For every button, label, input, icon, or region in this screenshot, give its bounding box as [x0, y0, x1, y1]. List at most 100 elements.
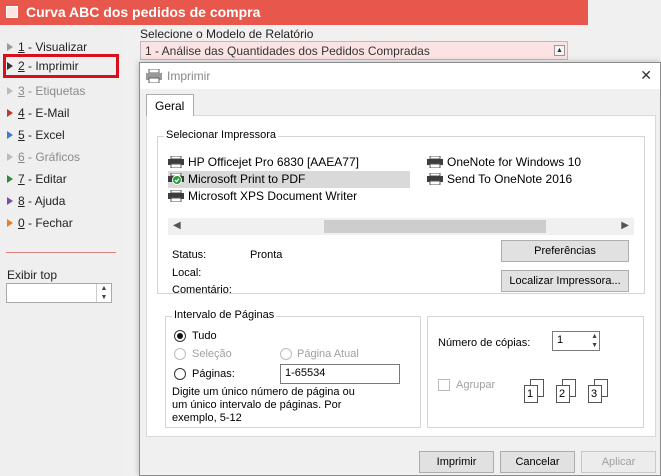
- printer-name: HP Officejet Pro 6830 [AAEA77]: [188, 155, 359, 169]
- copies-spin-icon[interactable]: ▲ ▼: [591, 332, 598, 350]
- arrow-icon: [7, 109, 13, 117]
- app-icon: [6, 6, 18, 18]
- printer-name: OneNote for Windows 10: [447, 155, 582, 169]
- range-selection-radio[interactable]: [174, 348, 186, 360]
- sidebar-item-label: - E-Mail: [24, 106, 70, 120]
- app-title-bar: Curva ABC dos pedidos de compra: [0, 0, 588, 25]
- dialog-title-bar: Imprimir ✕: [140, 63, 660, 89]
- collate-pages-icon: 1 2 3: [524, 379, 634, 415]
- find-printer-button[interactable]: Localizar Impressora...: [501, 270, 629, 292]
- apply-button[interactable]: Aplicar: [581, 451, 656, 473]
- pages-input[interactable]: 1-65534: [280, 364, 400, 384]
- printer-item[interactable]: OneNote for Windows 10: [427, 154, 581, 171]
- range-pages-label: Páginas:: [192, 368, 235, 380]
- tab-panel: Selecionar Impressora HP Officejet Pro 6…: [146, 115, 656, 437]
- sidebar-item-label: - Visualizar: [24, 40, 88, 54]
- copies-input[interactable]: 1 ▲ ▼: [552, 331, 600, 351]
- status-value: Pronta: [250, 249, 283, 261]
- printer-icon: [146, 68, 162, 86]
- sidebar-divider: [6, 252, 116, 253]
- shortcut-key: 2: [18, 59, 25, 73]
- shortcut-key: 4: [18, 106, 25, 120]
- preferences-button[interactable]: Preferências: [501, 240, 629, 262]
- chevron-left-icon[interactable]: ◀: [173, 220, 181, 231]
- print-button[interactable]: Imprimir: [419, 451, 494, 473]
- model-select[interactable]: 1 - Análise das Quantidades dos Pedidos …: [140, 41, 568, 60]
- sidebar-item-label: - Ajuda: [24, 194, 66, 208]
- status-label: Status:: [172, 249, 207, 261]
- scrollbar-thumb[interactable]: [324, 220, 546, 233]
- collate-checkbox[interactable]: [438, 379, 450, 391]
- copies-group: Número de cópias: 1 ▲ ▼ Agrupar 1 2 3: [427, 316, 644, 428]
- range-all-label: Tudo: [192, 330, 217, 342]
- printer-list-scrollbar[interactable]: ◀ ▶: [168, 218, 634, 235]
- copies-value: 1: [557, 334, 564, 346]
- chevron-up-icon[interactable]: ▲: [554, 45, 565, 56]
- top-input[interactable]: ▲ ▼: [6, 283, 112, 303]
- chevron-right-icon[interactable]: ▶: [621, 220, 629, 231]
- sidebar-item-editar[interactable]: 7 - Editar: [6, 168, 116, 188]
- arrow-icon: [7, 62, 13, 70]
- copies-label: Número de cópias:: [438, 337, 531, 349]
- tab-geral[interactable]: Geral: [146, 94, 194, 116]
- range-pages-radio[interactable]: [174, 368, 186, 380]
- printer-icon: [168, 155, 184, 169]
- local-label: Local:: [172, 267, 202, 279]
- sidebar-item-ajuda[interactable]: 8 - Ajuda: [6, 190, 116, 210]
- printer-group-title: Selecionar Impressora: [164, 129, 279, 141]
- printer-item[interactable]: Send To OneNote 2016: [427, 171, 572, 188]
- arrow-icon: [7, 153, 13, 161]
- cancel-button[interactable]: Cancelar: [500, 451, 575, 473]
- sidebar-item-label: - Editar: [24, 172, 67, 186]
- sidebar-item-etiquetas[interactable]: 3 - Etiquetas: [6, 80, 116, 100]
- arrow-icon: [7, 175, 13, 183]
- printer-name: Microsoft Print to PDF: [188, 172, 306, 186]
- sidebar-item-graficos[interactable]: 6 - Gráficos: [6, 146, 116, 166]
- comment-label: Comentário:: [172, 284, 232, 296]
- dialog-title: Imprimir: [167, 69, 211, 83]
- sidebar-item-visualizar[interactable]: 1 - Visualizar: [6, 36, 116, 56]
- sidebar-item-label: - Excel: [24, 128, 65, 142]
- sidebar-item-label: - Fechar: [24, 216, 73, 230]
- printer-name: Microsoft XPS Document Writer: [188, 189, 358, 203]
- printer-icon: [427, 172, 443, 186]
- app-title: Curva ABC dos pedidos de compra: [26, 4, 261, 20]
- pages-hint: Digite um único número de página ou um ú…: [172, 386, 355, 424]
- printer-item[interactable]: HP Officejet Pro 6830 [AAEA77]: [168, 154, 359, 171]
- close-icon[interactable]: ✕: [640, 67, 652, 84]
- arrow-icon: [7, 131, 13, 139]
- printer-item-selected[interactable]: Microsoft Print to PDF: [168, 171, 410, 188]
- sidebar: 1 - Visualizar 2 - Imprimir 3 - Etiqueta…: [0, 25, 122, 476]
- shortcut-key: 6: [18, 150, 25, 164]
- shortcut-key: 0: [18, 216, 25, 230]
- printer-name: Send To OneNote 2016: [447, 172, 573, 186]
- print-dialog: Imprimir ✕ Geral Selecionar Impressora H…: [139, 62, 661, 476]
- page-range-title: Intervalo de Páginas: [172, 309, 277, 321]
- range-all-radio[interactable]: [174, 330, 186, 342]
- page-range-group: Intervalo de Páginas Tudo Seleção Página…: [165, 309, 421, 428]
- spin-buttons[interactable]: ▲ ▼: [96, 284, 111, 302]
- shortcut-key: 5: [18, 128, 25, 142]
- sidebar-item-label: - Gráficos: [24, 150, 81, 164]
- range-current-label: Página Atual: [297, 348, 359, 360]
- model-select-value: 1 - Análise das Quantidades dos Pedidos …: [145, 44, 430, 58]
- arrow-icon: [7, 87, 13, 95]
- model-label: Selecione o Modelo de Relatório: [140, 27, 314, 41]
- top-label: Exibir top: [7, 268, 58, 282]
- shortcut-key: 8: [18, 194, 25, 208]
- shortcut-key: 7: [18, 172, 25, 186]
- printer-icon: [427, 155, 443, 169]
- printer-icon: [168, 189, 184, 203]
- printer-item[interactable]: Microsoft XPS Document Writer: [168, 188, 357, 205]
- sidebar-item-label: - Imprimir: [24, 59, 79, 73]
- printer-group: Selecionar Impressora HP Officejet Pro 6…: [157, 129, 645, 296]
- sidebar-item-label: - Etiquetas: [24, 84, 86, 98]
- arrow-icon: [7, 219, 13, 227]
- range-current-radio[interactable]: [280, 348, 292, 360]
- sidebar-item-fechar[interactable]: 0 - Fechar: [6, 212, 116, 232]
- sidebar-item-imprimir[interactable]: 2 - Imprimir: [3, 54, 119, 78]
- arrow-icon: [7, 197, 13, 205]
- sidebar-item-excel[interactable]: 5 - Excel: [6, 124, 116, 144]
- collate-label: Agrupar: [456, 379, 496, 391]
- sidebar-item-email[interactable]: 4 - E-Mail: [6, 102, 116, 122]
